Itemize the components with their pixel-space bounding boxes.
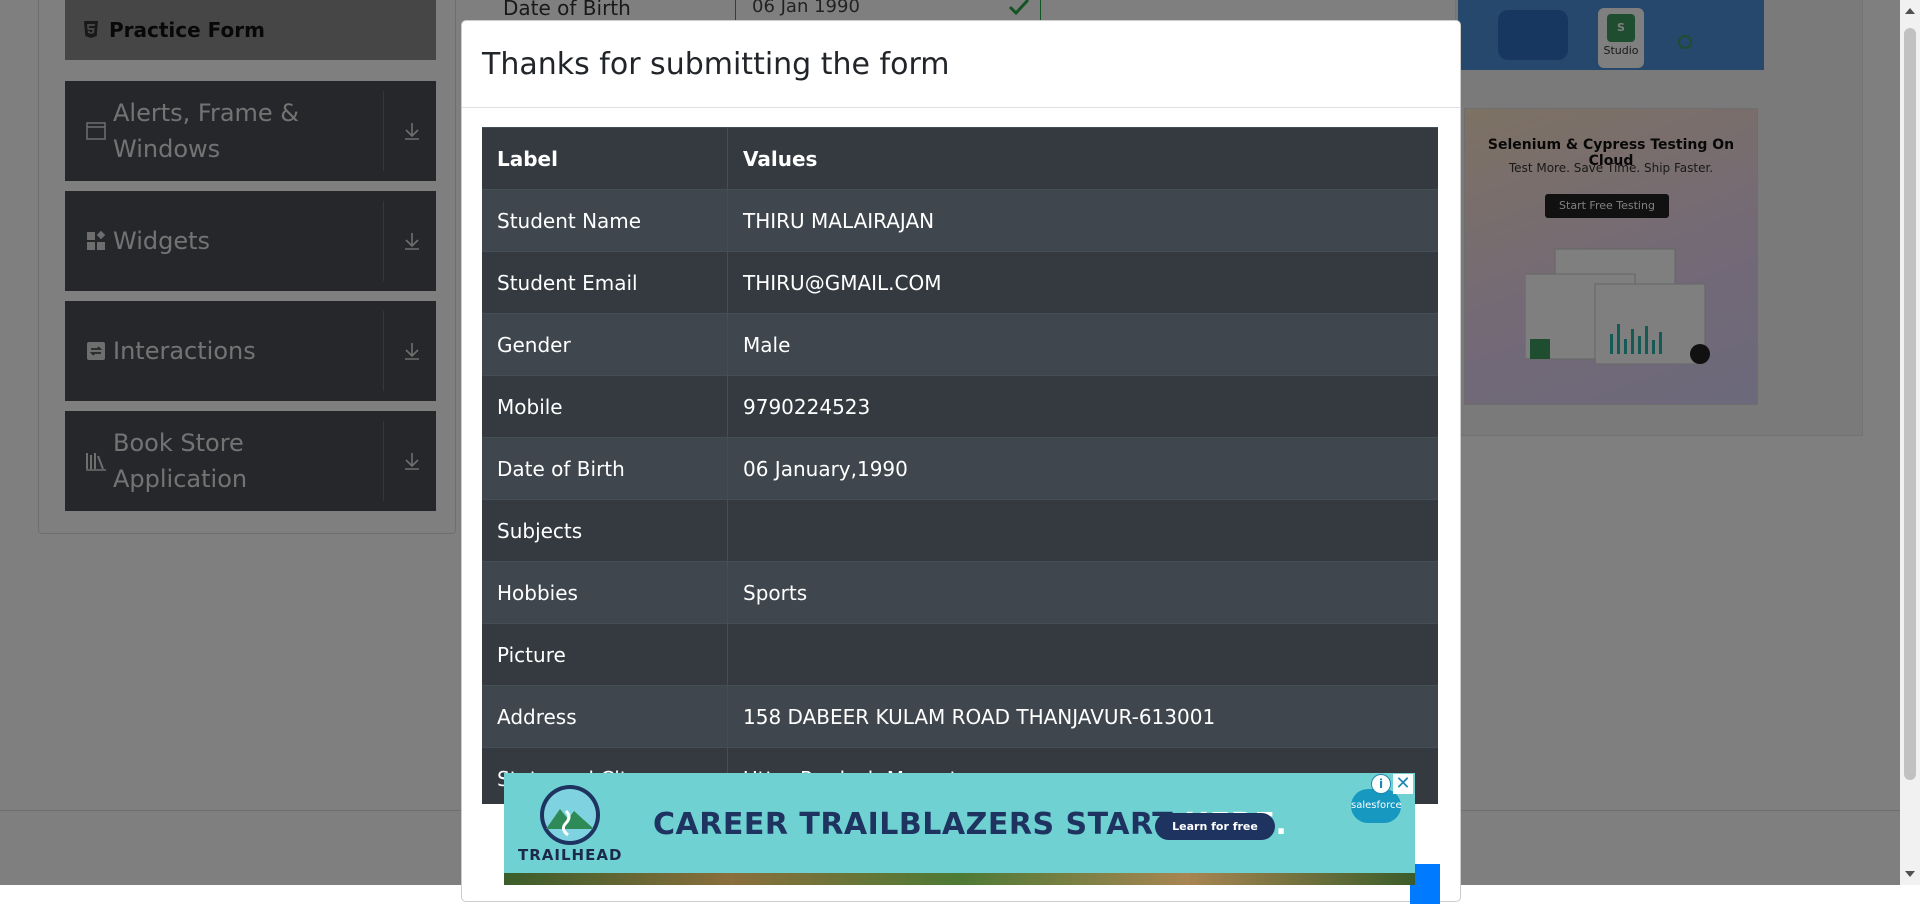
row-value: 158 DABEER KULAM ROAD THANJAVUR-613001 [727, 685, 1438, 748]
row-label: Student Name [482, 189, 728, 252]
header-label: Label [482, 127, 728, 190]
table-header-row: Label Values [482, 127, 1438, 190]
table-row: Picture [482, 623, 1438, 686]
modal-title: Thanks for submitting the form [482, 46, 950, 82]
row-label: Address [482, 685, 728, 748]
submission-table: Label Values Student Name THIRU MALAIRAJA… [482, 127, 1438, 804]
scroll-down-icon[interactable] [1905, 871, 1915, 877]
table-row: Subjects [482, 499, 1438, 562]
row-label: Date of Birth [482, 437, 728, 500]
row-value [727, 623, 1438, 686]
scrollbar-thumb[interactable] [1904, 28, 1916, 780]
jungle-illustration [504, 873, 1415, 885]
trailhead-brand: TRAILHEAD [518, 846, 623, 864]
table-row: Address 158 DABEER KULAM ROAD THANJAVUR-6… [482, 685, 1438, 748]
salesforce-logo: salesforce [1351, 789, 1402, 823]
learn-for-free-button[interactable]: Learn for free [1155, 813, 1275, 840]
submission-table-wrapper: Label Values Student Name THIRU MALAIRAJA… [482, 127, 1438, 804]
table-row: Student Name THIRU MALAIRAJAN [482, 189, 1438, 252]
row-value [727, 499, 1438, 562]
table-row: Student Email THIRU@GMAIL.COM [482, 251, 1438, 314]
row-value: THIRU MALAIRAJAN [727, 189, 1438, 252]
row-label: Hobbies [482, 561, 728, 624]
row-value: Male [727, 313, 1438, 376]
table-row: Hobbies Sports [482, 561, 1438, 624]
row-label: Student Email [482, 251, 728, 314]
modal-header: Thanks for submitting the form [462, 21, 1460, 108]
header-values: Values [727, 127, 1438, 190]
adchoices-icon[interactable]: i [1371, 774, 1391, 794]
table-row: Date of Birth 06 January,1990 [482, 437, 1438, 500]
table-row: Gender Male [482, 313, 1438, 376]
ad-close-icon[interactable]: ✕ [1393, 774, 1413, 794]
row-value: THIRU@GMAIL.COM [727, 251, 1438, 314]
row-label: Gender [482, 313, 728, 376]
page-scrollbar[interactable] [1900, 0, 1920, 885]
table-row: Mobile 9790224523 [482, 375, 1438, 438]
row-label: Picture [482, 623, 728, 686]
row-label: Subjects [482, 499, 728, 562]
headline-main: CAREER TRAILBLAZERS START [653, 807, 1185, 842]
submission-modal: Thanks for submitting the form Label Val… [461, 20, 1461, 904]
trailhead-ad-banner[interactable]: TRAILHEAD CAREER TRAILBLAZERS START HERE… [504, 773, 1415, 885]
row-value: 06 January,1990 [727, 437, 1438, 500]
scroll-up-icon[interactable] [1905, 8, 1915, 14]
row-value: 9790224523 [727, 375, 1438, 438]
row-label: Mobile [482, 375, 728, 438]
row-value: Sports [727, 561, 1438, 624]
